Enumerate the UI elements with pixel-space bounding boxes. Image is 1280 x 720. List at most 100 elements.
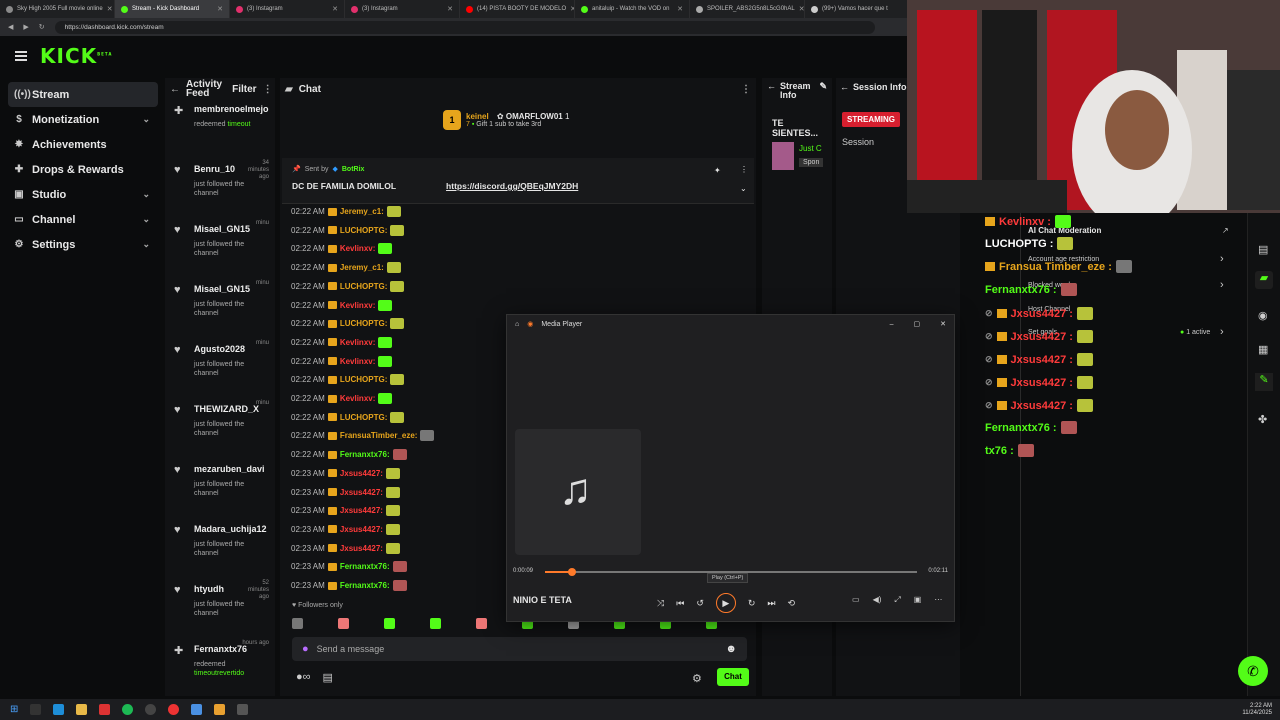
obs-icon[interactable] [145, 704, 157, 715]
minimize-icon[interactable]: – [890, 321, 894, 328]
store-icon[interactable]: ▤ [323, 671, 333, 684]
close-icon[interactable]: ✕ [332, 5, 338, 13]
more-icon[interactable]: ⋯ [934, 595, 942, 605]
next-icon[interactable]: ⏭ [767, 598, 775, 609]
points-icon[interactable]: ●∞ [296, 671, 311, 684]
browser-tab[interactable]: (3) Instagram ✕ [345, 0, 460, 18]
browser-tab[interactable]: SPOILER_ABS2G5n8L5cG0hAL ✕ [690, 0, 805, 18]
chat-message-user[interactable]: LUCHOPTG: [340, 282, 388, 291]
chat-message-user[interactable]: Jxsus4427: [340, 469, 383, 478]
wrench-icon[interactable]: ✎ [1255, 373, 1273, 391]
settings-icon[interactable]: ⚙ [692, 672, 702, 685]
send-chat-button[interactable]: Chat [717, 668, 749, 686]
more-icon[interactable]: ⋮ [740, 165, 748, 174]
file-explorer-icon[interactable] [76, 704, 88, 715]
pinned-link[interactable]: https://discord.gg/QBEqJMY2DH [446, 181, 578, 191]
rewind-icon[interactable]: ↺ [696, 598, 704, 609]
close-icon[interactable]: ✕ [677, 5, 683, 13]
emote-icon[interactable] [476, 618, 487, 629]
emote-icon[interactable] [338, 618, 349, 629]
chat-message-user[interactable]: Jeremy_c1: [340, 263, 384, 272]
more-icon[interactable]: ⋮ [263, 84, 273, 95]
kick-logo[interactable]: KICKBETA [40, 44, 112, 68]
browser-tab[interactable]: (3) Instagram ✕ [230, 0, 345, 18]
clock[interactable]: 2:22 AM 11/24/2025 [1242, 703, 1280, 717]
mini-player-icon[interactable]: ▣ [914, 595, 922, 605]
app-icon[interactable] [99, 704, 111, 715]
sidebar-item-stream[interactable]: ((•)) Stream [8, 82, 158, 107]
back-icon[interactable]: ◀ [8, 23, 13, 31]
seek-thumb[interactable] [567, 568, 576, 576]
browser-tab[interactable]: anitaluip - Watch the VOD on ✕ [575, 0, 690, 18]
chat-message-user[interactable]: Jxsus4427: [340, 525, 383, 534]
reload-icon[interactable]: ↻ [39, 23, 45, 31]
volume-icon[interactable]: ◀) [873, 595, 882, 605]
chat-message-user[interactable]: Kevlinxv: [340, 301, 376, 310]
app-icon[interactable] [214, 704, 226, 715]
start-icon[interactable]: ⊞ [10, 704, 18, 715]
chat-message-user[interactable]: Kevlinxv: [340, 244, 376, 253]
app-icon[interactable] [191, 704, 203, 715]
chevron-down-icon[interactable]: ⌄ [142, 189, 150, 200]
chat-input[interactable]: ● Send a message ☻ [292, 637, 747, 661]
category-name[interactable]: Just C [799, 144, 822, 153]
forward-icon[interactable]: ▶ [23, 23, 28, 31]
chevron-down-icon[interactable]: ⌄ [142, 214, 150, 225]
sidebar-item-drops-rewards[interactable]: ✚ Drops & Rewards [8, 157, 158, 182]
unpin-icon[interactable]: ✦ [714, 166, 721, 175]
category-thumbnail[interactable] [772, 142, 794, 170]
chat-message-user[interactable]: Kevlinxv: [340, 338, 376, 347]
emoji-icon[interactable]: ☻ [725, 643, 737, 655]
help-chat-icon[interactable]: ✆ [1238, 656, 1268, 686]
filter-button[interactable]: Filter [232, 84, 256, 95]
forward-skip-icon[interactable]: ↻ [748, 598, 756, 609]
close-icon[interactable]: ✕ [217, 5, 223, 13]
chat-message-user[interactable]: FransuaTimber_eze: [340, 431, 418, 440]
bot-name[interactable]: BotRix [342, 166, 365, 173]
sidebar-item-channel[interactable]: ▭ Channel ⌄ [8, 207, 158, 232]
chevron-down-icon[interactable]: ⌄ [142, 114, 150, 125]
chevron-right-icon[interactable]: › [1220, 279, 1224, 291]
emote-icon[interactable] [292, 618, 303, 629]
chat-message-user[interactable]: LUCHOPTG: [340, 413, 388, 422]
close-icon[interactable]: ✕ [799, 5, 804, 13]
chat-message-user[interactable]: Kevlinxv: [340, 357, 376, 366]
feed-item-user[interactable]: membrenoelmejo [194, 104, 269, 114]
close-icon[interactable]: ✕ [940, 320, 946, 328]
maximize-icon[interactable]: ▢ [914, 320, 921, 328]
chat-message-user[interactable]: LUCHOPTG: [340, 319, 388, 328]
menu-icon[interactable] [15, 51, 27, 61]
chat-message-user[interactable]: LUCHOPTG: [340, 226, 388, 235]
gift-recipient[interactable]: OMARFLOW01 [506, 112, 563, 121]
browser-tab[interactable]: (99+) Vamos hacer que t✕ [805, 0, 920, 18]
broadcast-icon[interactable]: ◉ [1258, 309, 1268, 322]
sidebar-item-achievements[interactable]: ✸ Achievements [8, 132, 158, 157]
chat-message-user[interactable]: Jxsus4427: [340, 506, 383, 515]
more-icon[interactable]: ⋮ [741, 84, 751, 95]
chat-message-user[interactable]: Fernanxtx76: [340, 562, 390, 571]
sidebar-item-settings[interactable]: ⚙ Settings ⌄ [8, 232, 158, 257]
emote-icon[interactable] [384, 618, 395, 629]
search-icon[interactable] [30, 704, 42, 715]
chat-message-user[interactable]: Jxsus4427: [340, 488, 383, 497]
close-icon[interactable]: ✕ [447, 5, 453, 13]
chat-message-user[interactable]: Jxsus4427: [340, 544, 383, 553]
spotify-icon[interactable] [122, 704, 134, 715]
browser-tab[interactable]: Stream - Kick Dashboard ✕ [115, 0, 230, 18]
play-button[interactable]: ▶ [715, 593, 736, 613]
media-player-taskbar-icon[interactable] [237, 704, 249, 715]
home-icon[interactable]: ⌂ [515, 321, 519, 328]
edit-icon[interactable]: ✎ [819, 82, 827, 100]
sidebar-item-monetization[interactable]: $ Monetization ⌄ [8, 107, 158, 132]
edge-icon[interactable] [53, 704, 65, 715]
layout-icon[interactable]: ▦ [1258, 343, 1268, 356]
chrome-icon[interactable] [168, 704, 180, 715]
chat-message-user[interactable]: Fernanxtx76: [340, 581, 390, 590]
emote-icon[interactable] [430, 618, 441, 629]
gift-user[interactable]: keinel [466, 112, 489, 121]
chevron-down-icon[interactable]: ⌄ [142, 239, 150, 250]
chat-message-user[interactable]: LUCHOPTG: [340, 375, 388, 384]
external-link-icon[interactable]: ↗ [1222, 226, 1229, 235]
chevron-right-icon[interactable]: › [1220, 253, 1224, 265]
chat-message-user[interactable]: Fernanxtx76: [340, 450, 390, 459]
